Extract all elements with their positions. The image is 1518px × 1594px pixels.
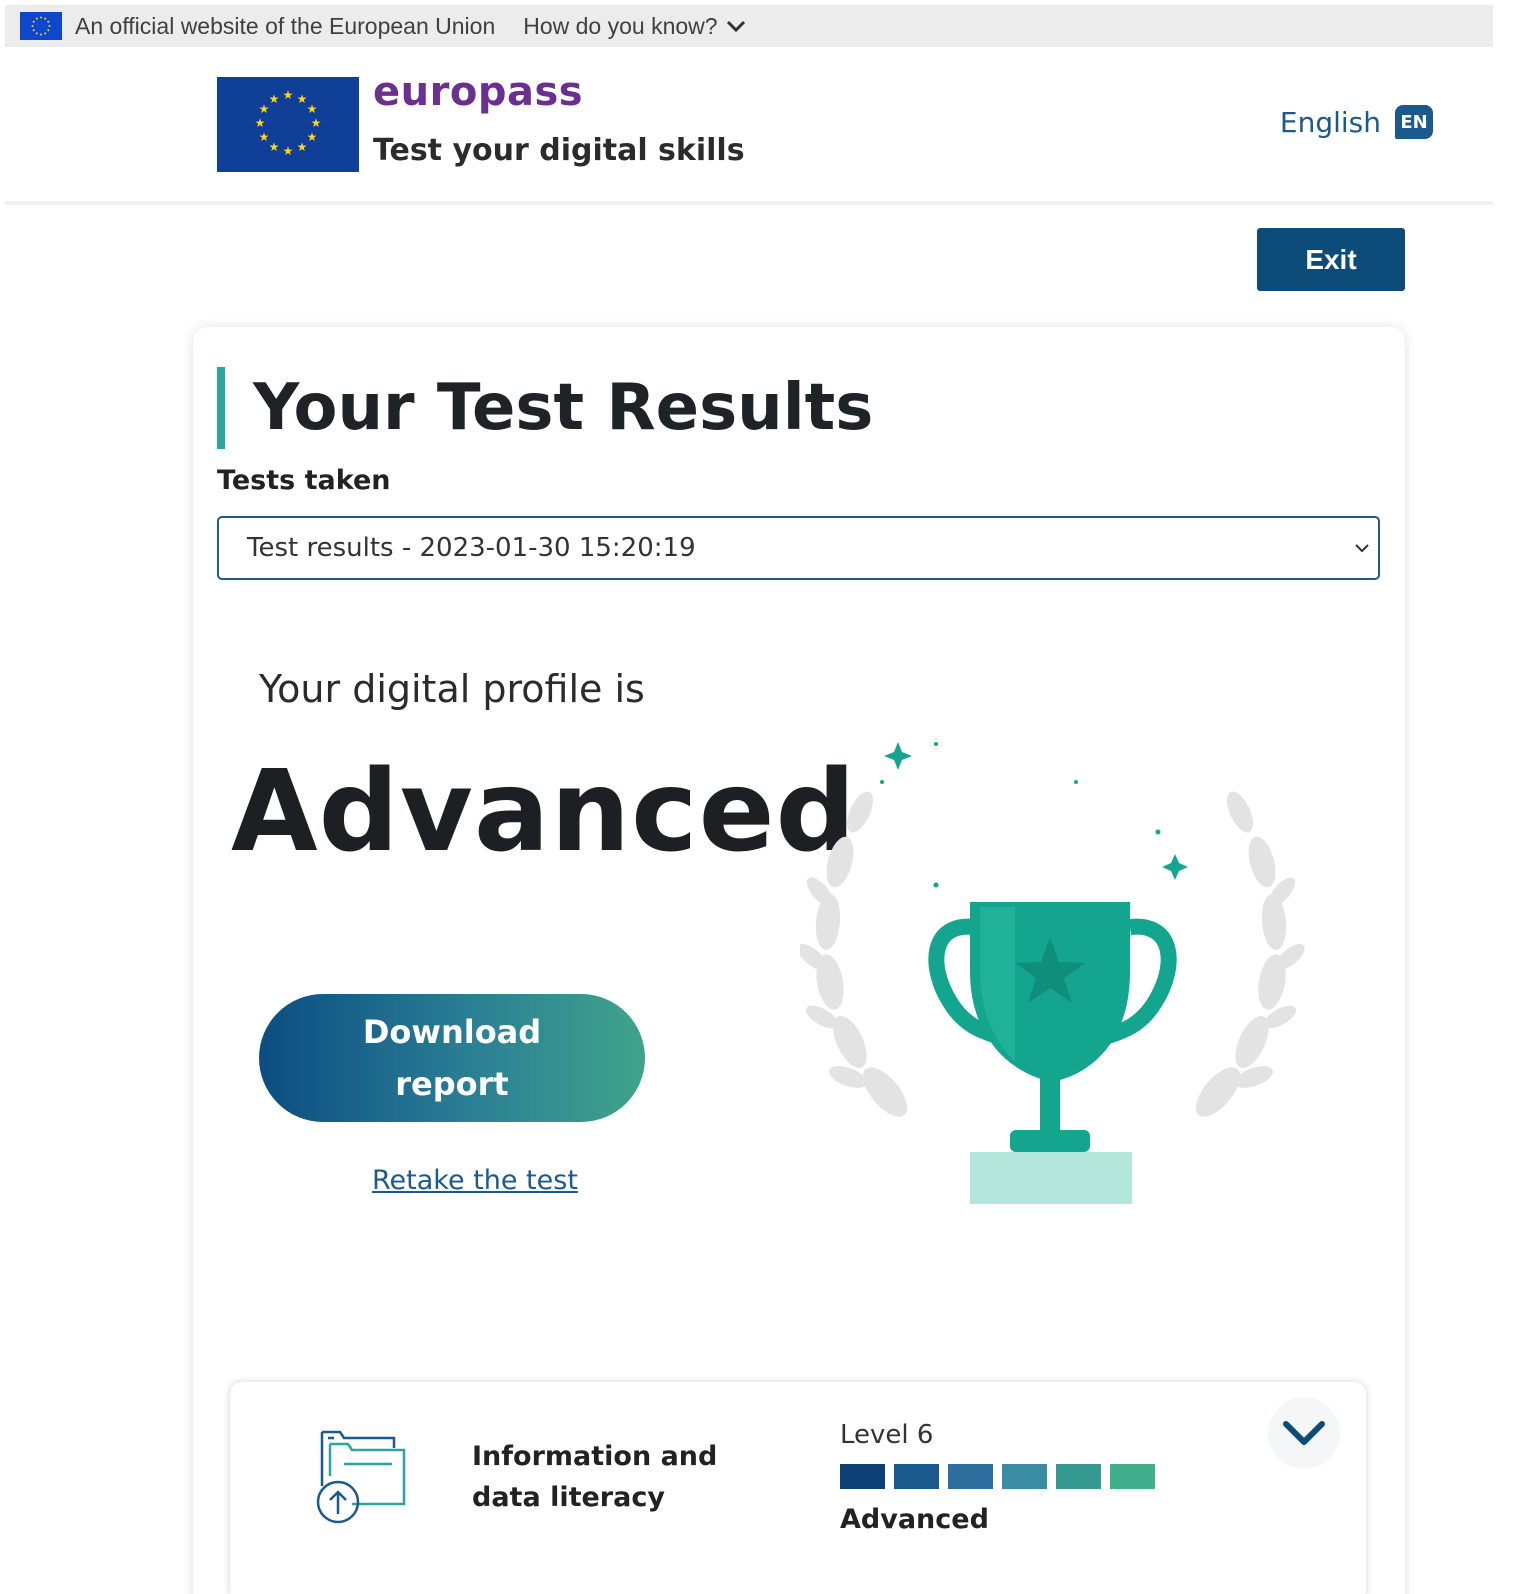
retake-test-link[interactable]: Retake the test (372, 1165, 578, 1196)
level-bar-segment (894, 1464, 939, 1489)
svg-text:★: ★ (307, 130, 318, 144)
exit-button[interactable]: Exit (1257, 228, 1405, 291)
skill-level-bars (840, 1464, 1155, 1489)
svg-text:★: ★ (269, 92, 280, 106)
svg-text:★: ★ (259, 130, 270, 144)
svg-text:★: ★ (255, 116, 266, 130)
tests-taken-select[interactable]: Test results - 2023-01-30 15:20:19 (217, 516, 1380, 580)
eu-flag-icon (20, 12, 62, 40)
how-do-you-know-label: How do you know? (523, 12, 718, 39)
eu-banner-text: An official website of the European Unio… (75, 12, 496, 39)
site-header: ★ ★ ★ ★ ★ ★ ★ ★ ★ ★ ★ ★ europass Test your digit… (5, 47, 1493, 205)
skill-level-label: Level 6 (840, 1420, 934, 1450)
selected-test-value: Test results - 2023-01-30 15:20:19 (247, 533, 696, 563)
skill-name: Information and data literacy (472, 1441, 718, 1513)
skill-rating: Advanced (840, 1504, 989, 1535)
svg-text:★: ★ (283, 144, 294, 158)
folder-upload-icon (316, 1430, 406, 1524)
europass-logo-flag-icon[interactable]: ★ ★ ★ ★ ★ ★ ★ ★ ★ ★ ★ ★ (217, 77, 359, 172)
profile-level: Advanced (231, 747, 857, 877)
svg-text:★: ★ (269, 140, 280, 154)
chevron-down-icon (1355, 544, 1369, 553)
language-label: English (1279, 105, 1381, 139)
level-bar-segment (1110, 1464, 1155, 1489)
language-selector[interactable]: English EN (1280, 105, 1433, 139)
expand-skill-button[interactable] (1268, 1397, 1340, 1469)
europass-brand[interactable]: europass (373, 69, 583, 115)
svg-text:★: ★ (311, 116, 322, 130)
profile-intro-text: Your digital profile is (259, 667, 645, 711)
level-bar-segment (1002, 1464, 1047, 1489)
level-bar-segment (1056, 1464, 1101, 1489)
site-subtitle: Test your digital skills (373, 133, 745, 168)
skill-card-information-data-literacy: Information and data literacy Level 6 Ad… (230, 1382, 1366, 1594)
eu-official-banner: An official website of the European Unio… (5, 5, 1493, 47)
download-label-line2: report (395, 1065, 509, 1103)
svg-text:★: ★ (307, 102, 318, 116)
download-report-button[interactable]: Download report (259, 994, 645, 1122)
tests-taken-label: Tests taken (217, 465, 391, 496)
chevron-down-icon (726, 20, 745, 33)
laurel-right-icon (1195, 791, 1305, 1117)
language-code-badge: EN (1395, 105, 1433, 139)
download-label-line1: Download (362, 1013, 542, 1051)
results-card: Your Test Results Tests taken Test resul… (193, 327, 1405, 1594)
svg-text:★: ★ (283, 88, 294, 102)
chevron-down-icon (1283, 1421, 1325, 1445)
trophy-illustration (800, 742, 1305, 1204)
title-accent-bar (217, 367, 225, 449)
sparkle-icons (880, 742, 1188, 888)
laurel-left-icon (800, 791, 908, 1117)
how-do-you-know-toggle[interactable]: How do you know? (523, 13, 745, 40)
svg-text:★: ★ (297, 140, 308, 154)
level-bar-segment (948, 1464, 993, 1489)
level-bar-segment (840, 1464, 885, 1489)
page-title: Your Test Results (253, 371, 874, 445)
